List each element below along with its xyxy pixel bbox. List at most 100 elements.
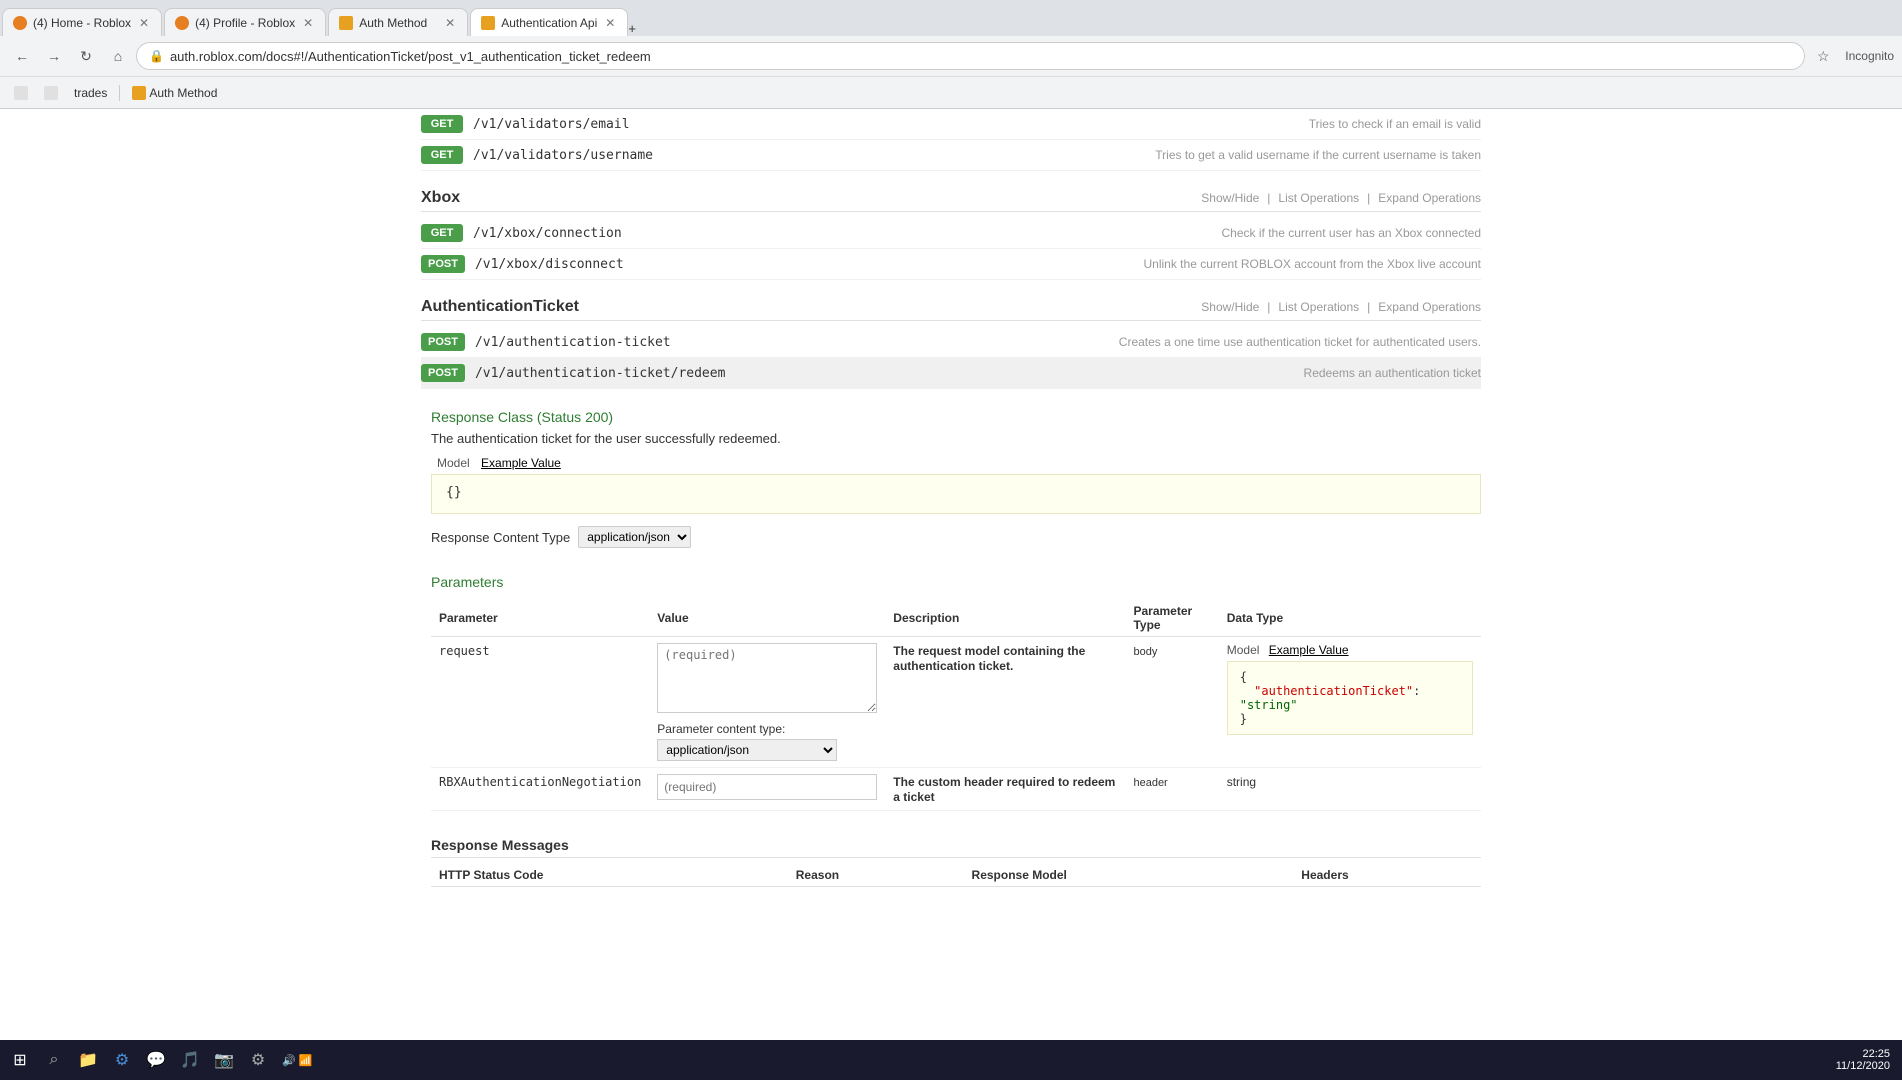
param-rbx-datatype: string [1227, 775, 1256, 789]
taskbar-search[interactable]: ⌕ [38, 1044, 70, 1076]
tab-label-home: (4) Home - Roblox [33, 16, 131, 30]
validators-section: GET /v1/validators/email Tries to check … [421, 109, 1481, 171]
auth-ticket-post1-desc: Creates a one time use authentication ti… [1119, 335, 1481, 349]
auth-ticket-showhide[interactable]: Show/Hide [1201, 300, 1259, 314]
param-rbx-type: header [1133, 777, 1167, 789]
taskbar-date: 11/12/2020 [1836, 1060, 1890, 1072]
param-header-description: Description [885, 600, 1125, 637]
home-button[interactable]: ⌂ [104, 42, 132, 70]
auth-ticket-expand-ops[interactable]: Expand Operations [1378, 300, 1481, 314]
parameters-title: Parameters [431, 574, 1481, 590]
auth-ticket-section: AuthenticationTicket Show/Hide | List Op… [421, 290, 1481, 389]
xbox-connection-row[interactable]: GET /v1/xbox/connection Check if the cur… [421, 218, 1481, 249]
auth-ticket-section-header: AuthenticationTicket Show/Hide | List Op… [421, 290, 1481, 321]
page-content: GET /v1/validators/email Tries to check … [401, 109, 1501, 887]
tab-close-profile[interactable]: ✕ [301, 14, 315, 32]
lock-icon: 🔒 [149, 49, 164, 63]
tab-favicon-profile [175, 16, 189, 30]
response-content-type-label: Response Content Type [431, 530, 570, 545]
param-rbx-value-input[interactable] [657, 774, 877, 800]
tab-close-auth-api[interactable]: ✕ [603, 14, 617, 32]
roblox-favicon [14, 86, 28, 100]
data-type-model-label: Model Example Value [1227, 643, 1473, 657]
auth-ticket-sep2: | [1367, 300, 1370, 314]
tab-favicon-auth-method [339, 16, 353, 30]
response-content-type-select[interactable]: application/json text/xml [578, 526, 691, 548]
toolbar-item-trades[interactable]: trades [68, 84, 113, 102]
response-content-type-row: Response Content Type application/json t… [431, 526, 1481, 548]
validators-email-desc: Tries to check if an email is valid [1309, 117, 1481, 131]
taskbar-app5[interactable]: 📷 [208, 1044, 240, 1076]
param-header-value: Value [649, 600, 885, 637]
xbox-disconnect-method: POST [421, 255, 465, 273]
tab-bar: (4) Home - Roblox ✕ (4) Profile - Roblox… [0, 0, 1902, 36]
toolbar-item-roblox[interactable] [8, 84, 34, 102]
xbox-connection-desc: Check if the current user has an Xbox co… [1222, 226, 1481, 240]
auth-ticket-post1-method: POST [421, 333, 465, 351]
roblox2-favicon [44, 86, 58, 100]
xbox-expand-ops[interactable]: Expand Operations [1378, 191, 1481, 205]
data-type-model-text: Model [1227, 643, 1260, 657]
auth-ticket-post2-row[interactable]: POST /v1/authentication-ticket/redeem Re… [421, 358, 1481, 389]
taskbar-app3[interactable]: 💬 [140, 1044, 172, 1076]
taskbar-app6[interactable]: ⚙ [242, 1044, 274, 1076]
tab-favicon-home [13, 16, 27, 30]
tab-auth-api[interactable]: Authentication Api ✕ [470, 8, 628, 36]
browser-chrome: (4) Home - Roblox ✕ (4) Profile - Roblox… [0, 0, 1902, 109]
messages-table: HTTP Status Code Reason Response Model H… [431, 864, 1481, 887]
param-content-type-select[interactable]: application/json text/xml [657, 739, 837, 761]
auth-ticket-section-controls: Show/Hide | List Operations | Expand Ope… [1201, 300, 1481, 314]
tab-close-auth-method[interactable]: ✕ [443, 14, 457, 32]
reload-button[interactable]: ↻ [72, 42, 100, 70]
xbox-showhide[interactable]: Show/Hide [1201, 191, 1259, 205]
taskbar-file-explorer[interactable]: 📁 [72, 1044, 104, 1076]
data-type-json-box: { "authenticationTicket": "string" } [1227, 661, 1473, 735]
new-tab-button[interactable]: + [628, 21, 636, 36]
tab-label-auth-api: Authentication Api [501, 16, 597, 30]
bookmark-button[interactable]: ☆ [1809, 42, 1837, 70]
json-key: "authenticationTicket" [1254, 684, 1413, 698]
back-button[interactable]: ← [8, 42, 36, 70]
xbox-connection-method: GET [421, 224, 463, 242]
taskbar-system-icons: 🔊 📶 [282, 1054, 312, 1067]
xbox-disconnect-row[interactable]: POST /v1/xbox/disconnect Unlink the curr… [421, 249, 1481, 280]
address-bar[interactable]: 🔒 auth.roblox.com/docs#!/AuthenticationT… [136, 42, 1805, 70]
address-text: auth.roblox.com/docs#!/AuthenticationTic… [170, 49, 1792, 64]
response-class-title: Response Class (Status 200) [431, 409, 1481, 425]
xbox-disconnect-path: /v1/xbox/disconnect [475, 257, 1134, 272]
tab-profile[interactable]: (4) Profile - Roblox ✕ [164, 8, 326, 36]
response-class-section: Response Class (Status 200) The authenti… [421, 399, 1481, 574]
xbox-list-ops[interactable]: List Operations [1278, 191, 1359, 205]
validators-email-row[interactable]: GET /v1/validators/email Tries to check … [421, 109, 1481, 140]
toolbar-item-auth-method[interactable]: Auth Method [126, 84, 223, 102]
forward-button[interactable]: → [40, 42, 68, 70]
auth-ticket-post2-method: POST [421, 364, 465, 382]
taskbar-time: 22:25 [1836, 1048, 1890, 1060]
auth-ticket-post2-path: /v1/authentication-ticket/redeem [475, 366, 1294, 381]
validators-username-row[interactable]: GET /v1/validators/username Tries to get… [421, 140, 1481, 171]
auth-ticket-post1-path: /v1/authentication-ticket [475, 335, 1109, 350]
example-value-tab[interactable]: Example Value [481, 456, 561, 470]
taskbar-chrome[interactable]: ⚙ [106, 1044, 138, 1076]
param-header-type: Parameter Type [1125, 600, 1218, 637]
taskbar-app4[interactable]: 🎵 [174, 1044, 206, 1076]
validators-username-method: GET [421, 146, 463, 164]
tab-auth-method[interactable]: Auth Method ✕ [328, 8, 468, 36]
parameters-section: Parameters Parameter Value Description P… [421, 574, 1481, 811]
auth-ticket-post2-desc: Redeems an authentication ticket [1304, 366, 1481, 380]
address-bar-row: ← → ↻ ⌂ 🔒 auth.roblox.com/docs#!/Authent… [0, 36, 1902, 76]
param-request-value-input[interactable] [657, 643, 877, 713]
data-type-example-value[interactable]: Example Value [1269, 643, 1349, 657]
msg-header-headers: Headers [1293, 864, 1481, 887]
validators-username-path: /v1/validators/username [473, 148, 1145, 163]
toolbar-item-roblox2[interactable] [38, 84, 64, 102]
auth-ticket-list-ops[interactable]: List Operations [1278, 300, 1359, 314]
json-value-str: "string" [1240, 698, 1298, 712]
tab-close-home[interactable]: ✕ [137, 14, 151, 32]
tab-favicon-auth-api [481, 16, 495, 30]
auth-ticket-post1-row[interactable]: POST /v1/authentication-ticket Creates a… [421, 327, 1481, 358]
tab-label-profile: (4) Profile - Roblox [195, 16, 295, 30]
tab-home[interactable]: (4) Home - Roblox ✕ [2, 8, 162, 36]
tab-label-auth-method: Auth Method [359, 16, 427, 30]
taskbar-start[interactable]: ⊞ [4, 1044, 36, 1076]
